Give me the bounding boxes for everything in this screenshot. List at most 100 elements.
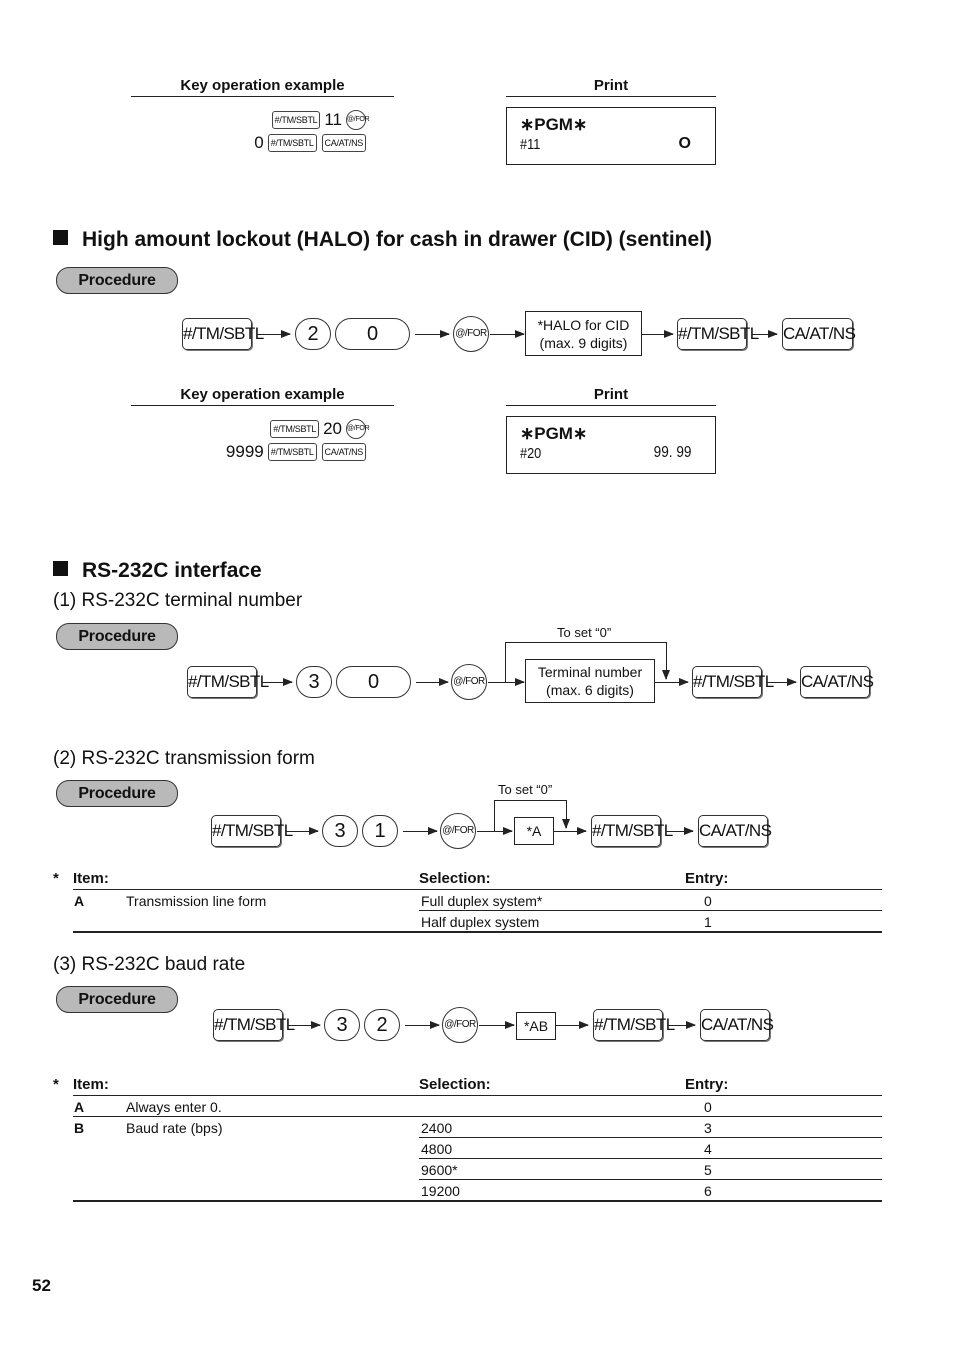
header-entry: Entry: (685, 870, 729, 887)
digit-key: 1 (362, 815, 398, 847)
key-entry-text: 11 (324, 109, 342, 129)
ca-at-ns-key: CA/AT/NS (321, 133, 366, 152)
print-title: ∗PGM∗ (520, 424, 588, 443)
table-rule (73, 1200, 882, 1202)
arrow-icon (488, 678, 525, 686)
arrow-icon (262, 678, 293, 686)
header-selection: Selection: (419, 1076, 491, 1093)
tm-sbtl-key: #/TM/SBTL (593, 1009, 675, 1041)
arrow-icon (257, 330, 291, 338)
row-code: A (74, 893, 85, 909)
loop-line (494, 800, 495, 831)
digit-key: 2 (364, 1009, 400, 1041)
row-entry: 0 (704, 893, 712, 909)
digit-key: 0 (335, 318, 410, 350)
arrow-icon (416, 678, 449, 686)
box-sublabel: (max. 6 digits) (546, 682, 634, 698)
page-number: 52 (32, 1276, 51, 1295)
table-rule (73, 931, 882, 933)
arrow-icon (288, 1021, 321, 1029)
terminal-number-box: Terminal number (max. 6 digits) (525, 659, 655, 703)
procedure-badge: Procedure (56, 780, 178, 807)
key-sequence-line: #/TM/SBTL 20 @/FOR (269, 417, 370, 440)
tm-sbtl-key: #/TM/SBTL (692, 666, 774, 698)
loop-label: To set “0” (557, 625, 612, 640)
tm-sbtl-key: #/TM/SBTL (267, 442, 317, 461)
print-code: #20 (520, 445, 542, 462)
row-selection: Half duplex system (421, 914, 540, 930)
square-bullet-icon (53, 561, 68, 576)
digit-key: 0 (336, 666, 411, 698)
at-for-key: @/FOR (440, 813, 476, 849)
ca-at-ns-key: CA/AT/NS (698, 815, 772, 847)
subsection-title-terminal: (1) RS-232C terminal number (53, 590, 303, 611)
table-header: * Item: Selection: Entry: (53, 870, 882, 890)
digit-key: 3 (322, 815, 358, 847)
procedure-badge: Procedure (56, 623, 178, 650)
table-row: B Baud rate (bps) 2400 3 (53, 1117, 882, 1138)
row-code: A (74, 1099, 85, 1115)
ca-at-ns-key: CA/AT/NS (800, 666, 874, 698)
tm-sbtl-key: #/TM/SBTL (182, 318, 264, 350)
table-rule (419, 1137, 882, 1138)
print-code: #11 (520, 136, 541, 153)
table-rule (419, 1158, 882, 1159)
section-title-rs232c: RS-232C interface (53, 559, 262, 583)
row-entry: 3 (704, 1120, 712, 1136)
header-selection: Selection: (419, 870, 491, 887)
box-sublabel: (max. 9 digits) (539, 334, 628, 351)
table-row: 4800 4 (53, 1138, 882, 1159)
print-header: Print (506, 386, 716, 406)
tm-sbtl-key: #/TM/SBTL (267, 133, 317, 152)
table-row: A Transmission line form Full duplex sys… (53, 890, 882, 911)
arrow-icon (767, 678, 797, 686)
table-rule (419, 910, 882, 911)
loop-arrow-icon (662, 642, 670, 680)
row-selection: 9600* (421, 1162, 458, 1178)
input-box-ab: *AB (516, 1012, 556, 1040)
box-label: *HALO for CID (537, 316, 630, 333)
tm-sbtl-key: #/TM/SBTL (211, 815, 293, 847)
arrow-icon (286, 827, 319, 835)
loop-line (505, 642, 506, 682)
loop-label: To set “0” (498, 782, 553, 797)
section-title-text: High amount lockout (HALO) for cash in d… (82, 228, 713, 251)
arrow-icon (752, 330, 778, 338)
row-selection: 2400 (421, 1120, 453, 1136)
square-bullet-icon (53, 230, 68, 245)
arrow-icon (490, 330, 525, 338)
arrow-icon (479, 1021, 515, 1029)
tm-sbtl-key: #/TM/SBTL (677, 318, 759, 350)
at-for-key: @/FOR (442, 1007, 478, 1043)
ca-at-ns-key: CA/AT/NS (321, 442, 366, 461)
arrow-icon (641, 330, 674, 338)
header-item: Item: (73, 870, 109, 887)
table-rule (73, 1116, 882, 1117)
table-row: A Always enter 0. 0 (53, 1096, 882, 1117)
key-entry-text: 0 (254, 132, 264, 152)
footnote-star: * (53, 870, 59, 887)
header-entry: Entry: (685, 1076, 729, 1093)
row-selection: 4800 (421, 1141, 453, 1157)
key-entry-text: 20 (323, 418, 342, 438)
print-value: O (678, 135, 691, 152)
key-sequence-line: 0 #/TM/SBTL CA/AT/NS (251, 131, 367, 154)
at-for-key: @/FOR (346, 418, 370, 439)
row-selection: Full duplex system* (421, 893, 543, 909)
section-title-halo: High amount lockout (HALO) for cash in d… (53, 228, 712, 252)
arrow-icon (555, 1021, 589, 1029)
tm-sbtl-key: #/TM/SBTL (591, 815, 673, 847)
tm-sbtl-key: #/TM/SBTL (271, 110, 321, 129)
ca-at-ns-key: CA/AT/NS (782, 318, 856, 350)
key-operation-example: #/TM/SBTL 20 @/FOR 9999 #/TM/SBTL CA/AT/NS (131, 417, 370, 467)
print-header: Print (506, 77, 716, 97)
table-row: 19200 6 (53, 1180, 882, 1201)
key-sequence-line: 9999 #/TM/SBTL CA/AT/NS (223, 440, 367, 463)
arrow-icon (405, 1021, 440, 1029)
key-sequence-line: #/TM/SBTL 11 @/FOR (271, 108, 370, 131)
loop-arrow-icon (562, 800, 570, 829)
row-item: Transmission line form (126, 893, 267, 909)
transmission-table: * Item: Selection: Entry: A Transmission… (53, 870, 882, 932)
tm-sbtl-key: #/TM/SBTL (270, 419, 320, 438)
print-receipt: ∗PGM∗ #20 99. 99 (506, 416, 716, 474)
